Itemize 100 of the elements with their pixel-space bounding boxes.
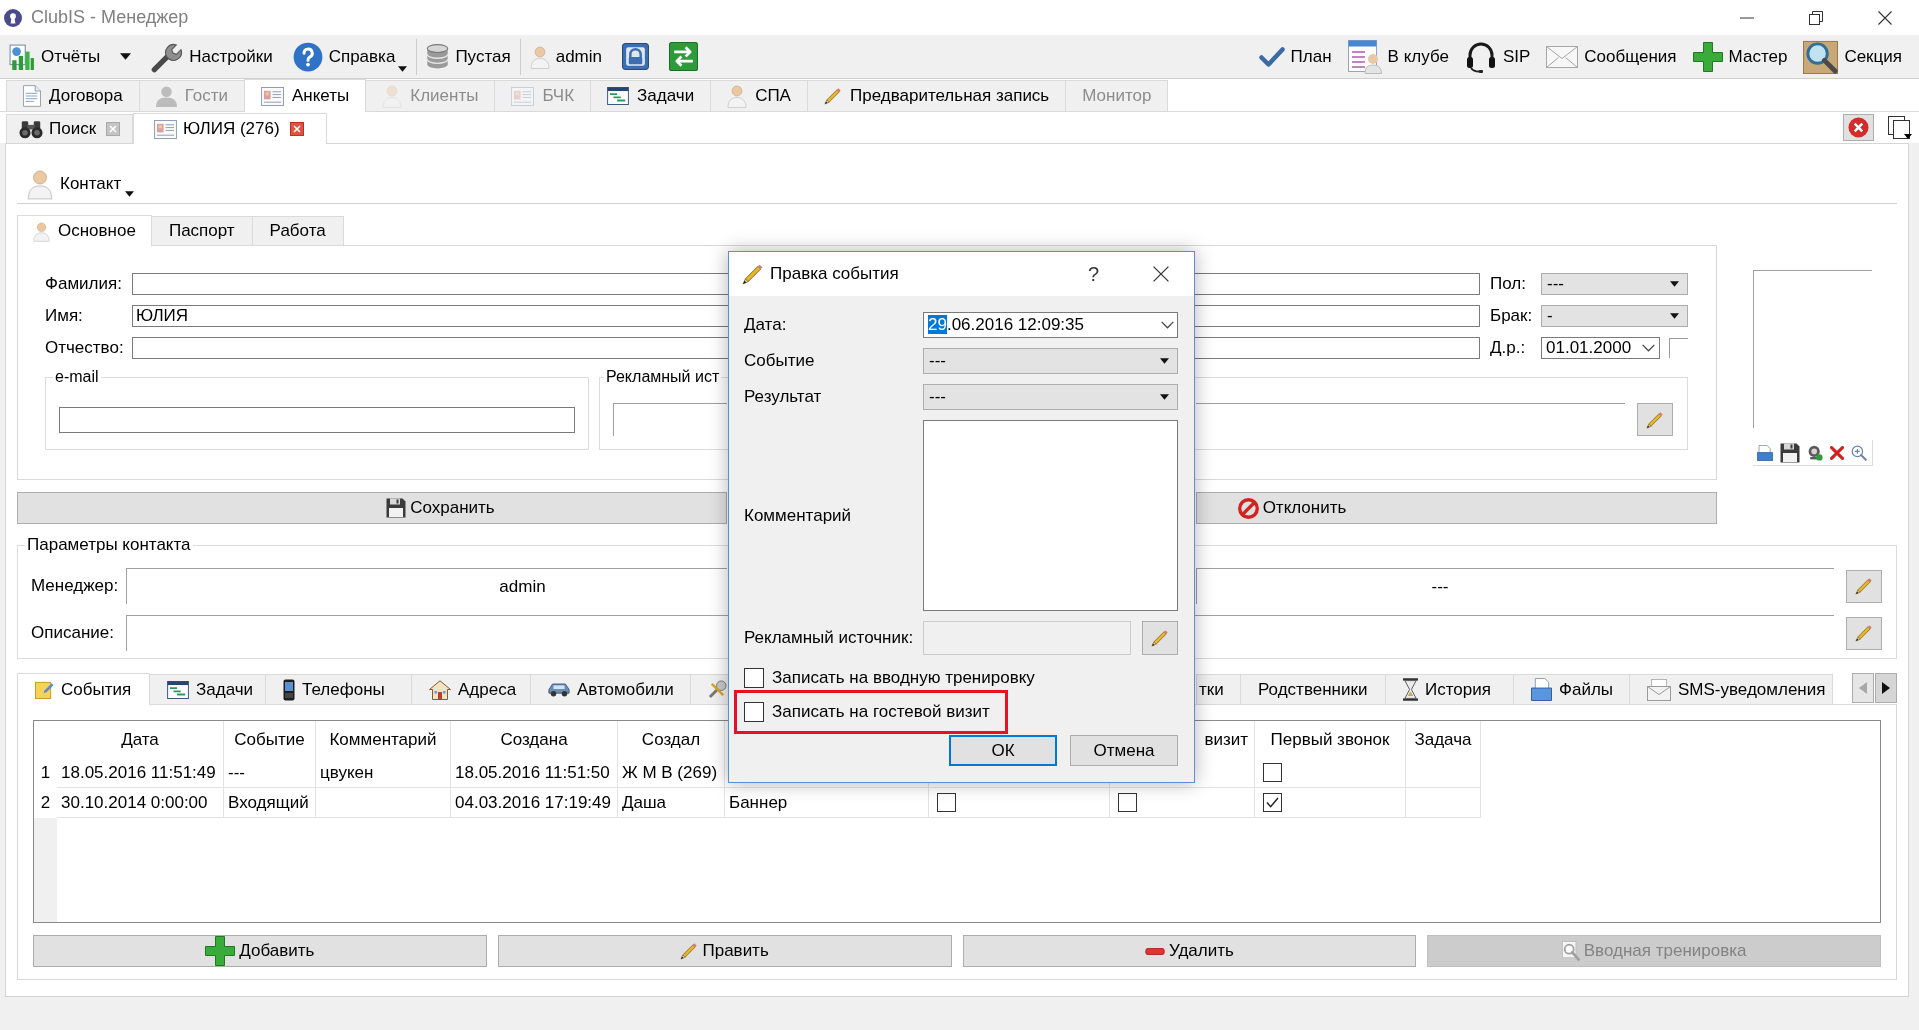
toolbar-button[interactable]: В клубе [1342,36,1454,77]
value-field[interactable]: --- [1196,568,1834,604]
tab[interactable]: Задачи [149,674,266,704]
contact-menu-button[interactable]: Контакт [27,165,135,202]
ok-button[interactable]: ОК [949,735,1057,766]
column-header[interactable]: Задача [1414,729,1472,750]
windows-menu-icon[interactable] [1888,115,1912,140]
tab[interactable]: Паспорт [150,216,253,245]
toolbar-button[interactable]: Мастер [1687,36,1793,77]
house-icon [429,679,451,700]
checkbox[interactable] [744,702,764,722]
dropdown[interactable]: --- [923,348,1178,374]
toolbar-button[interactable]: Настройки [146,36,278,77]
toolbar-button[interactable]: Пустая [421,36,516,77]
edit-button[interactable]: Править [497,935,952,967]
tab[interactable]: Адреса [411,674,531,704]
tab[interactable]: SMS-уведомления [1629,674,1833,704]
column-header[interactable]: Создал [641,729,701,750]
tab[interactable]: Основное [17,215,152,246]
checkbox-label[interactable]: Записать на гостевой визит [772,702,990,722]
column-header[interactable]: Комментарий [329,729,437,750]
tab[interactable]: Автомобили [530,674,691,704]
close-all-button[interactable] [1843,114,1874,141]
toolbar-button[interactable]: Справка [287,36,413,77]
toolbar-button[interactable]: Сообщения [1541,36,1682,77]
chevron-down-icon [1642,344,1655,352]
pencil-icon [742,263,764,285]
checkbox-label[interactable]: Записать на вводную тренировку [772,668,1035,688]
checkbox[interactable] [744,668,764,688]
binoculars-icon [19,119,43,139]
checkbox[interactable] [1263,763,1282,782]
column-header[interactable]: Создана [500,729,568,750]
restore-icon[interactable] [1808,10,1823,25]
file-icon [1531,678,1552,701]
tab[interactable]: События [17,673,150,705]
close-icon[interactable] [1877,10,1892,25]
close-icon[interactable] [1153,266,1169,282]
edit-button[interactable] [1846,616,1882,650]
email-field[interactable] [59,407,575,433]
close-icon[interactable] [289,122,304,136]
tab[interactable]: Предварительная запись [806,80,1067,111]
tab[interactable]: СПА [710,80,808,111]
minimize-icon[interactable] [1739,16,1754,19]
tab[interactable]: Работа [251,216,344,245]
plus-icon [1692,41,1723,72]
table-cell: 30.10.2014 0:00:00 [61,792,208,813]
checkbox[interactable] [1118,793,1137,812]
cancel-button[interactable]: Отмена [1070,735,1178,766]
delete-icon[interactable] [1830,445,1844,460]
field-label: Рекламный источник: [744,628,915,648]
tab[interactable]: Анкеты [243,79,367,112]
tab[interactable]: Задачи [590,80,712,111]
edit-button[interactable] [1846,569,1882,603]
tab[interactable]: Файлы [1513,674,1630,704]
scroll-button[interactable] [1875,673,1897,703]
add-button[interactable]: Добавить [33,935,487,967]
dropdown[interactable]: - [1541,305,1688,327]
tab[interactable]: тки [1196,674,1241,704]
date-field[interactable]: 01.01.2000 [1541,337,1660,359]
column-header[interactable]: визит [1204,729,1248,750]
text-selection: 29 [928,315,947,334]
document-icon[interactable] [1757,444,1773,461]
toolbar-button[interactable]: SIP [1459,36,1536,77]
toolbar-button[interactable]: План [1253,36,1337,77]
triangle-left-icon [1859,682,1867,694]
toolbar-button[interactable]: Секция [1798,36,1907,77]
delete-button[interactable]: Удалить [962,935,1417,967]
note-icon [35,680,54,699]
help-button[interactable]: ? [1085,262,1101,286]
tab[interactable]: ЮЛИЯ (276) [133,113,327,144]
ad-source-field[interactable] [923,621,1131,655]
toolbar-button[interactable]: Отчёты [4,36,137,77]
input-field[interactable] [1669,338,1688,358]
webcam-icon[interactable] [1807,444,1823,461]
dropdown[interactable]: --- [923,384,1178,410]
triangle-right-icon [1882,682,1890,694]
dropdown[interactable]: --- [1541,273,1688,295]
value-field[interactable]: admin [126,568,727,604]
tab[interactable]: Поиск [6,114,134,143]
column-header[interactable]: Событие [234,729,305,750]
table-cell: Баннер [729,792,788,813]
checkbox[interactable] [1263,793,1282,812]
tab[interactable] [690,674,729,704]
tab[interactable]: Родственники [1240,674,1386,704]
column-header[interactable]: Дата [121,729,159,750]
comment-field[interactable] [923,420,1178,611]
save-button[interactable]: Сохранить [17,492,727,524]
tab[interactable]: История [1385,674,1514,704]
ad-source-field[interactable] [613,403,727,436]
toolbar-button[interactable]: admin [524,36,607,77]
pencil-icon [1646,410,1664,429]
tab[interactable]: Договора [6,80,140,111]
date-field[interactable]: 29.06.2016 12:09:35 [923,312,1178,338]
checkbox[interactable] [937,793,956,812]
row-number: 1 [40,763,51,783]
zoom-in-icon[interactable] [1851,444,1867,461]
caret-icon [125,190,135,197]
tab[interactable]: Телефоны [265,674,412,704]
column-header[interactable]: Первый звонок [1270,729,1390,750]
reject-button[interactable]: Отклонить [1196,492,1717,524]
